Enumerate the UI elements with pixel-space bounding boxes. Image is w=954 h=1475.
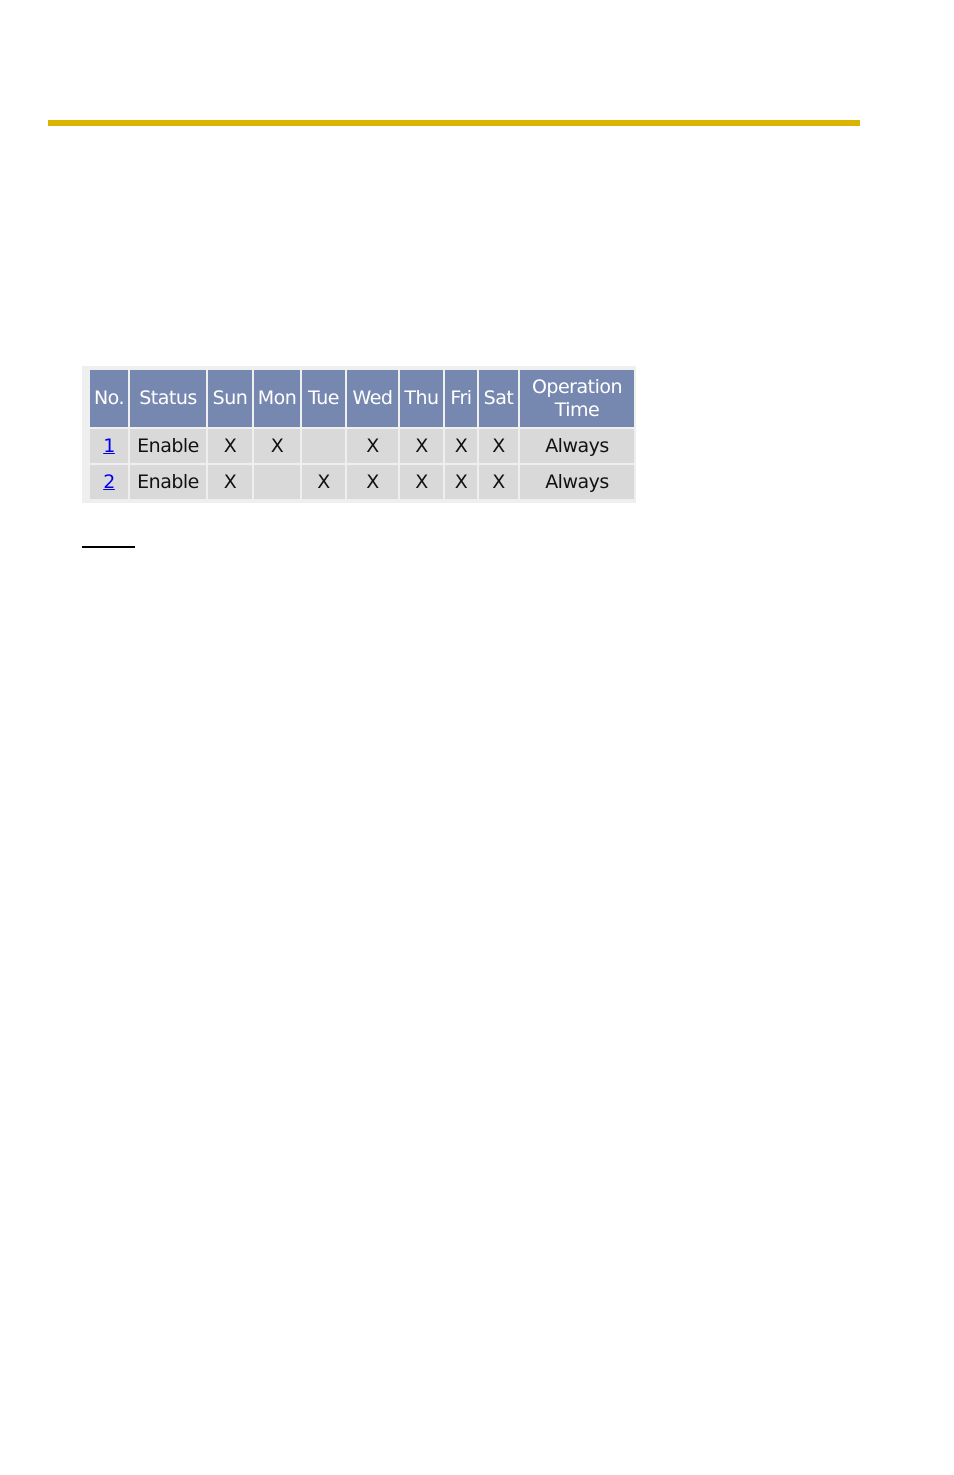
cell-operation-time: Always <box>520 465 634 499</box>
cell-no: 1 <box>90 429 128 463</box>
cell-mon <box>254 465 300 499</box>
header-mon: Mon <box>254 370 300 427</box>
row-link[interactable]: 1 <box>103 435 115 457</box>
cell-fri: X <box>445 429 477 463</box>
header-tue: Tue <box>302 370 345 427</box>
cell-tue <box>302 429 345 463</box>
cell-fri: X <box>445 465 477 499</box>
header-operation-line1: Operation <box>531 375 623 398</box>
cell-no: 2 <box>90 465 128 499</box>
header-no: No. <box>90 370 128 427</box>
cell-status: Enable <box>130 465 206 499</box>
schedule-table-container: No. Status Sun Mon Tue Wed Thu Fri Sat O… <box>82 366 636 503</box>
table-row: 2 Enable X X X X X X Always <box>90 465 634 499</box>
cell-tue: X <box>302 465 345 499</box>
cell-sun: X <box>208 429 252 463</box>
cell-sat: X <box>479 429 518 463</box>
header-rule <box>48 120 860 126</box>
header-wed: Wed <box>347 370 398 427</box>
cell-thu: X <box>400 429 443 463</box>
cell-status: Enable <box>130 429 206 463</box>
header-status: Status <box>130 370 206 427</box>
header-operation-line2: Time <box>554 398 600 421</box>
table-header-row: No. Status Sun Mon Tue Wed Thu Fri Sat O… <box>90 370 634 427</box>
cell-wed: X <box>347 429 398 463</box>
header-thu: Thu <box>400 370 443 427</box>
schedule-table: No. Status Sun Mon Tue Wed Thu Fri Sat O… <box>88 368 636 501</box>
cell-sun: X <box>208 465 252 499</box>
cell-thu: X <box>400 465 443 499</box>
table-row: 1 Enable X X X X X X Always <box>90 429 634 463</box>
note-underline <box>82 546 135 548</box>
cell-sat: X <box>479 465 518 499</box>
header-fri: Fri <box>445 370 477 427</box>
header-sat: Sat <box>479 370 518 427</box>
header-sun: Sun <box>208 370 252 427</box>
cell-operation-time: Always <box>520 429 634 463</box>
cell-mon: X <box>254 429 300 463</box>
row-link[interactable]: 2 <box>103 471 115 493</box>
header-operation-time: Operation Time <box>520 370 634 427</box>
cell-wed: X <box>347 465 398 499</box>
